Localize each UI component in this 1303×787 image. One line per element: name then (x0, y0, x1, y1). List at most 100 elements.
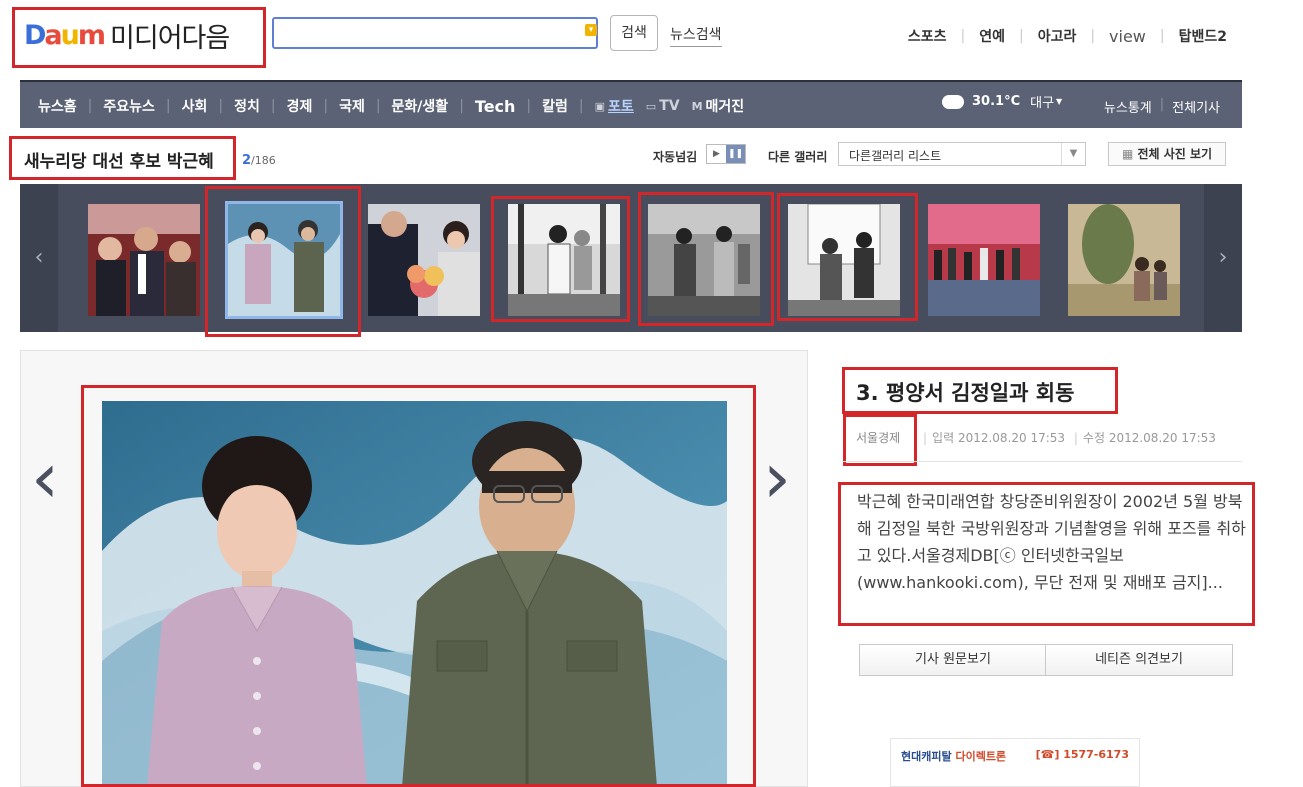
search-input[interactable] (272, 17, 598, 49)
separator: | (1073, 431, 1078, 445)
gallery-current: 2 (242, 153, 252, 168)
thumbnail-8[interactable] (1068, 204, 1180, 316)
nav-news-home[interactable]: 뉴스홈 (38, 96, 77, 116)
magazine-icon: M (691, 99, 703, 113)
pause-icon[interactable]: ❚❚ (726, 145, 745, 163)
separator: | (270, 98, 276, 114)
nav-news-stats[interactable]: 뉴스통계 (1104, 97, 1152, 116)
nav-photo[interactable]: 포토 (608, 96, 634, 116)
thumbnail-image (368, 204, 480, 316)
news-search-link[interactable]: 뉴스검색 (670, 24, 722, 47)
view-original-button[interactable]: 기사 원문보기 (859, 644, 1047, 676)
top-link-agora[interactable]: 아고라 (1038, 26, 1077, 46)
chevron-right-icon[interactable]: › (1204, 184, 1242, 332)
nav-all-articles[interactable]: 전체기사 (1172, 97, 1220, 116)
separator: | (960, 28, 966, 44)
separator: | (526, 98, 532, 114)
cloud-icon (942, 94, 964, 109)
gallery-title: 새누리당 대선 후보 박근혜 (24, 152, 214, 172)
nav-main-news[interactable]: 주요뉴스 (103, 96, 155, 116)
weather-widget[interactable]: 30.1°C 대구 ▼ (942, 92, 1062, 111)
thumbnail-image (508, 204, 620, 316)
top-link-topband[interactable]: 탑밴드2 (1179, 26, 1227, 46)
weather-city[interactable]: 대구 (1030, 92, 1054, 111)
advertisement[interactable]: 현대캐피탈 다이렉트론 [☎] 1577-6173 (890, 738, 1140, 787)
weather-temp: 30.1°C (972, 94, 1021, 109)
auto-next-label: 자동넘김 (653, 150, 698, 164)
thumbnail-image (88, 204, 200, 316)
top-link-entertainment[interactable]: 연예 (979, 26, 1005, 46)
nav-culture[interactable]: 문화/생활 (392, 96, 449, 116)
nav-tech[interactable]: Tech (475, 97, 516, 116)
thumbnail-image (788, 204, 900, 316)
ad-brand-product: 다이렉트론 (955, 750, 1007, 763)
separator: | (459, 98, 464, 114)
separator: | (1159, 97, 1165, 112)
thumbnail-1[interactable] (88, 204, 200, 316)
article-title: 3. 평양서 김정일과 회동 (856, 381, 1075, 405)
separator: | (578, 98, 584, 114)
chevron-right-icon[interactable]: › (763, 443, 791, 513)
photo-icon: ▣ (594, 99, 606, 113)
search-button[interactable]: 검색 (610, 15, 658, 51)
daum-logo[interactable]: Daum 미디어다음 (24, 18, 256, 54)
separator: | (923, 431, 928, 445)
tv-icon: ▭ (645, 99, 657, 113)
separator: | (323, 98, 329, 114)
top-links: 스포츠 | 연예 | 아고라 | view | 탑밴드2 (908, 26, 1227, 46)
chevron-left-icon[interactable]: ‹ (20, 184, 58, 332)
main-photo-image (102, 401, 727, 787)
gallery-total: /186 (251, 154, 276, 167)
other-gallery-select[interactable]: 다른갤러리 리스트 ▼ (838, 142, 1086, 166)
separator: | (1090, 28, 1096, 44)
nav-magazine[interactable]: 매거진 (706, 96, 745, 116)
article-body: 박근혜 한국미래연합 창당준비위원장이 2002년 5월 방북해 김정일 북한 … (857, 492, 1246, 592)
chevron-down-icon[interactable]: ▼ (1056, 97, 1062, 106)
gallery-counter: 2/186 (242, 153, 276, 168)
thumbnail-4[interactable] (508, 204, 620, 316)
thumbnail-image (228, 204, 340, 316)
all-photos-button[interactable]: ▦ 전체 사진 보기 (1108, 142, 1226, 166)
nav-international[interactable]: 국제 (339, 96, 365, 116)
separator: | (1159, 28, 1165, 44)
play-icon[interactable]: ▶ (707, 145, 726, 163)
ad-brand-group: 현대캐피탈 다이렉트론 (901, 748, 1006, 777)
main-photo (102, 401, 727, 787)
separator: | (1018, 28, 1024, 44)
nav-economy[interactable]: 경제 (287, 96, 313, 116)
nav-society[interactable]: 사회 (182, 96, 208, 116)
all-photos-label: 전체 사진 보기 (1137, 147, 1213, 161)
main-nav: 뉴스홈 | 주요뉴스 | 사회 | 정치 | 경제 | 국제 | 문화/생활 |… (20, 80, 1242, 128)
thumbnail-image (1068, 204, 1180, 316)
thumbnail-5[interactable] (648, 204, 760, 316)
chevron-left-icon[interactable]: ‹ (31, 443, 59, 513)
separator: | (87, 98, 93, 114)
article-source[interactable]: 서울경제 (856, 429, 900, 446)
daum-logo-mark: Daum (24, 19, 106, 51)
top-link-view[interactable]: view (1109, 27, 1146, 46)
site-title: 미디어다음 (110, 22, 230, 54)
ad-phone: [☎] 1577-6173 (1035, 748, 1129, 761)
top-link-sports[interactable]: 스포츠 (908, 26, 947, 46)
nav-tv[interactable]: TV (659, 98, 679, 114)
thumbnail-image (648, 204, 760, 316)
thumbnail-image (928, 204, 1040, 316)
nav-politics[interactable]: 정치 (234, 96, 260, 116)
thumbnail-2-selected[interactable] (225, 201, 343, 319)
other-gallery-label: 다른 갤러리 (768, 150, 828, 164)
chevron-down-icon[interactable]: ▼ (1061, 143, 1085, 165)
thumbnail-3[interactable] (368, 204, 480, 316)
thumbnail-7[interactable] (928, 204, 1040, 316)
ad-brand: 현대캐피탈 (901, 750, 952, 763)
article-edit-time: 수정 2012.08.20 17:53 (1082, 431, 1216, 445)
thumbnail-6[interactable] (788, 204, 900, 316)
thumbnail-strip: ‹ › (20, 184, 1242, 332)
nav-column[interactable]: 칼럼 (542, 96, 568, 116)
grid-icon: ▦ (1121, 147, 1138, 161)
other-gallery-value: 다른갤러리 리스트 (849, 149, 942, 163)
search-dropdown-icon[interactable]: ▾ (585, 24, 597, 36)
slideshow-control: ▶ ❚❚ (706, 144, 746, 164)
article-input-time: 입력 2012.08.20 17:53 (932, 431, 1066, 445)
separator: | (218, 98, 224, 114)
netizen-opinion-button[interactable]: 네티즌 의견보기 (1045, 644, 1233, 676)
